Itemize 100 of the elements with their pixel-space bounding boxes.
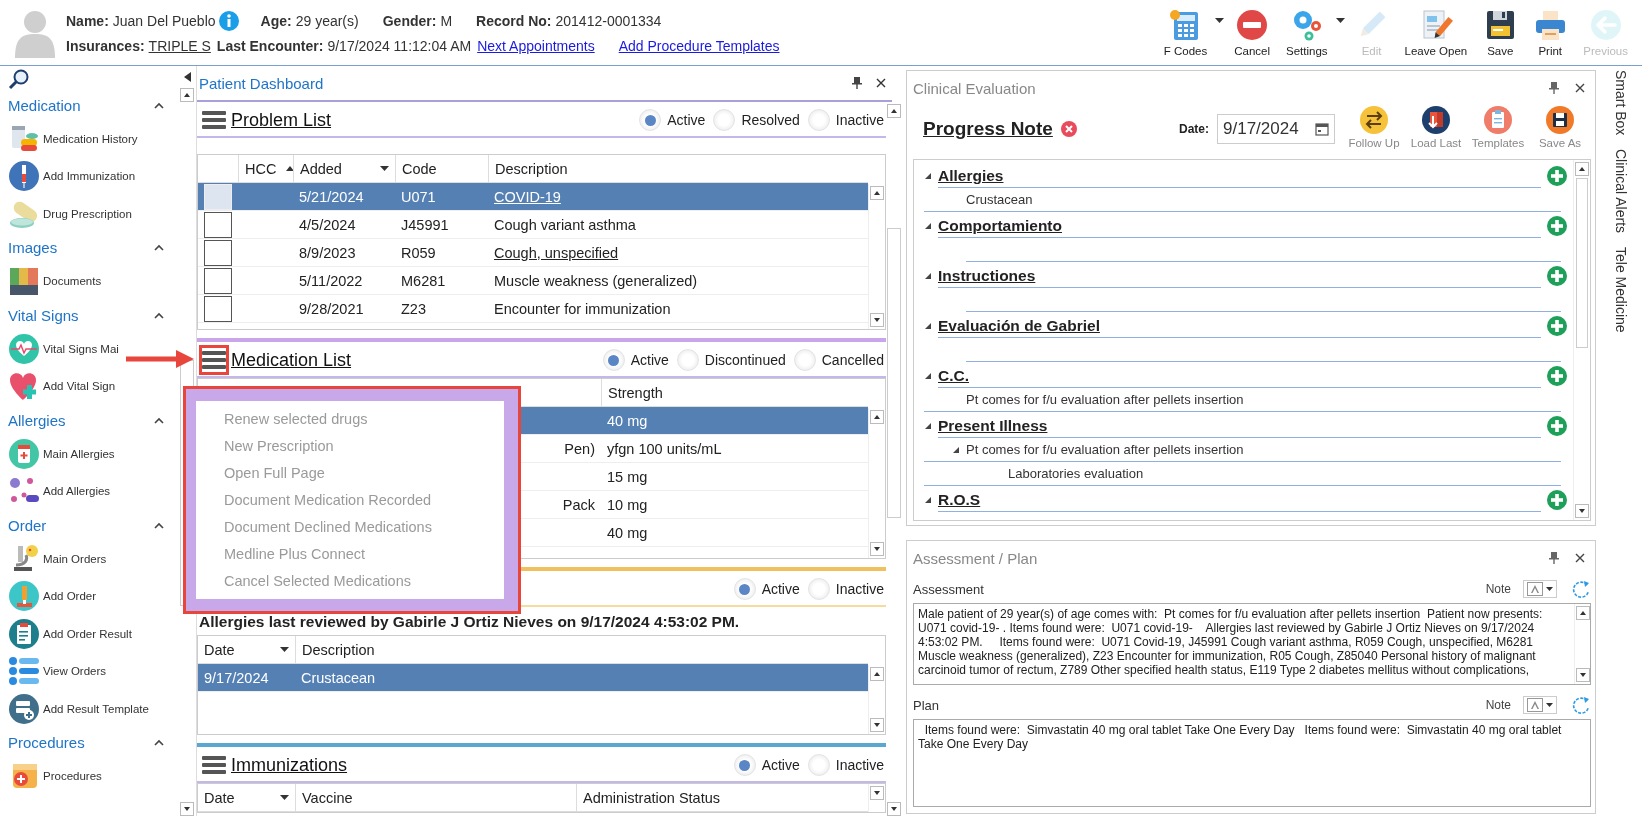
sidebar-item[interactable]: Main Orders xyxy=(8,540,107,578)
sidebar-item[interactable]: Procedures xyxy=(8,757,102,795)
radio-option[interactable]: Active xyxy=(602,349,669,371)
insurance-link[interactable]: TRIPLE S xyxy=(148,38,211,54)
table-row[interactable]: 9/28/2021 Z23 Encounter for immunization xyxy=(198,295,868,323)
tree-item[interactable]: Laboratories evaluation xyxy=(1008,466,1144,481)
radio-option[interactable]: Inactive xyxy=(807,109,884,131)
column-header[interactable]: Strength xyxy=(601,379,868,406)
radio-option[interactable]: Inactive xyxy=(807,578,884,600)
sidebar-item[interactable]: Medication History xyxy=(8,120,138,158)
search-icon[interactable] xyxy=(8,68,30,90)
collapse-icon[interactable] xyxy=(154,311,164,319)
sidebar-item[interactable]: Add Order xyxy=(8,577,97,615)
sidebar-item[interactable]: Add Result Template xyxy=(8,690,149,728)
radio-option[interactable]: Active xyxy=(639,109,706,131)
sidebar-item[interactable]: Documents xyxy=(8,262,102,300)
assessment-field[interactable]: Male patient of 29 year(s) of age comes with: Pt comes for f/u evaluation after pellets insertion Patient now presents: U071 covid-19- . Items found were: U071 covid-19- Allergies last reviewed by Gabirle J Ortiz Nieves on 9/17/2024 4:53:02 PM. Items found were: U071 Covid-19, J45991 Cough variant asthma, R059 Cough, unspecified, M6281 Muscle weakness (generalized), Z23 Encounter for immunization, R05 Cough, Z85040 Personal history of malignant carcinoid tumor of rectum, Z789 Other specified health status, E119 Type 2 diabetes mellitus without complications, xyxy=(913,603,1591,685)
column-header[interactable]: Description xyxy=(295,636,868,663)
side-tab[interactable]: Tele Medicine xyxy=(1613,247,1629,333)
radio-option[interactable]: Active xyxy=(733,578,800,600)
table-row[interactable]: 9/17/2024 Crustacean xyxy=(198,664,868,692)
collapse-triangle-icon[interactable] xyxy=(924,172,932,180)
sidebar-item[interactable]: Add Order Result xyxy=(8,615,132,653)
sidebar-item[interactable]: Main Allergies xyxy=(8,435,115,473)
close-icon[interactable] xyxy=(1575,83,1585,93)
side-tab[interactable]: Clinical Alerts xyxy=(1613,149,1629,234)
collapse-triangle-icon[interactable] xyxy=(924,422,932,430)
action-button[interactable]: Load Last xyxy=(1405,105,1467,149)
column-header[interactable]: Date xyxy=(198,784,295,811)
tree-item[interactable]: Pt comes for f/u evaluation after pellets insertion xyxy=(966,392,1244,407)
column-header[interactable]: HCC xyxy=(238,155,293,182)
column-header[interactable]: Administration Status xyxy=(576,784,868,811)
collapse-icon[interactable] xyxy=(154,244,164,251)
toolbar-button[interactable]: Save xyxy=(1475,8,1526,57)
add-icon[interactable] xyxy=(1547,366,1567,386)
add-icon[interactable] xyxy=(1547,216,1567,236)
header-link[interactable]: Next Appointments xyxy=(477,38,595,54)
checkbox[interactable] xyxy=(204,267,232,294)
scrollbar-thumb[interactable] xyxy=(887,228,901,518)
radio-option[interactable]: Cancelled xyxy=(793,349,884,371)
toolbar-button[interactable]: Settings xyxy=(1278,8,1336,57)
format-dropdown[interactable] xyxy=(1523,580,1557,598)
toolbar-button[interactable]: Cancel xyxy=(1226,8,1278,57)
section-heading[interactable]: Allergies xyxy=(938,167,1004,185)
collapse-triangle-icon[interactable] xyxy=(924,372,932,380)
side-tab[interactable]: Smart Box xyxy=(1613,70,1629,136)
info-icon[interactable] xyxy=(218,11,239,31)
date-field[interactable]: 9/17/2024 xyxy=(1217,114,1335,144)
section-heading[interactable]: Comportamiento xyxy=(938,217,1062,235)
collapse-icon[interactable] xyxy=(154,101,164,109)
refresh-icon[interactable] xyxy=(1571,579,1591,599)
section-heading[interactable]: C.C. xyxy=(938,367,969,385)
action-button[interactable]: Save As xyxy=(1529,105,1591,149)
section-heading[interactable]: Evaluación de Gabriel xyxy=(938,317,1100,335)
description-link[interactable]: COVID-19 xyxy=(494,188,561,205)
sidebar-item[interactable]: Add Vital Sign xyxy=(8,367,116,405)
toolbar-button[interactable]: Leave Open xyxy=(1396,8,1476,57)
section-heading[interactable]: Instructiones xyxy=(938,267,1036,285)
sidebar-item[interactable]: Add Immunization xyxy=(8,157,136,195)
menu-button[interactable] xyxy=(199,345,229,375)
add-icon[interactable] xyxy=(1547,166,1567,186)
add-icon[interactable] xyxy=(1547,490,1567,510)
column-header[interactable]: Added xyxy=(293,155,395,182)
caret-icon[interactable] xyxy=(1215,18,1225,23)
close-icon[interactable] xyxy=(1575,553,1585,563)
description-link[interactable]: Cough, unspecified xyxy=(494,244,619,261)
section-heading[interactable]: R.O.S xyxy=(938,491,981,509)
checkbox[interactable] xyxy=(204,295,232,322)
collapse-triangle-icon[interactable] xyxy=(924,272,932,280)
pin-icon[interactable] xyxy=(1549,82,1559,94)
sidebar-item[interactable]: Drug Prescription xyxy=(8,195,132,233)
radio-option[interactable]: Inactive xyxy=(807,754,884,776)
scrollbar-thumb[interactable] xyxy=(1576,178,1588,348)
table-row[interactable]: 5/11/2022 M6281 Muscle weakness (generalized) xyxy=(198,267,868,295)
column-header[interactable]: Code xyxy=(395,155,488,182)
checkbox[interactable] xyxy=(204,239,232,266)
caret-icon[interactable] xyxy=(1335,18,1345,23)
radio-option[interactable]: Active xyxy=(733,754,800,776)
collapse-triangle-icon[interactable] xyxy=(924,322,932,330)
collapse-triangle-icon[interactable] xyxy=(952,445,960,454)
sidebar-item[interactable]: Add Allergies xyxy=(8,472,111,510)
radio-option[interactable]: Resolved xyxy=(713,109,800,131)
action-button[interactable]: Templates xyxy=(1467,105,1529,149)
radio-option[interactable]: Discontinued xyxy=(676,349,786,371)
tree-item[interactable]: Pt comes for f/u evaluation after pellets insertion xyxy=(966,442,1244,457)
table-row[interactable]: 8/9/2023 R059 Cough, unspecified xyxy=(198,239,868,267)
collapse-arrow-icon[interactable] xyxy=(183,72,191,82)
section-heading[interactable]: Present Illness xyxy=(938,417,1048,435)
collapse-icon[interactable] xyxy=(154,521,164,529)
close-icon[interactable] xyxy=(876,78,886,88)
refresh-icon[interactable] xyxy=(1571,695,1591,715)
add-icon[interactable] xyxy=(1547,266,1567,286)
collapse-icon[interactable] xyxy=(154,416,164,424)
collapse-triangle-icon[interactable] xyxy=(924,496,932,504)
table-row[interactable]: 4/5/2024 J45991 Cough variant asthma xyxy=(198,211,868,239)
collapse-icon[interactable] xyxy=(154,739,164,746)
remove-icon[interactable] xyxy=(1060,121,1077,137)
tree-item[interactable]: Crustacean xyxy=(966,192,1033,207)
sidebar-item[interactable]: Vital Signs Mai xyxy=(8,330,119,368)
add-icon[interactable] xyxy=(1547,416,1567,436)
